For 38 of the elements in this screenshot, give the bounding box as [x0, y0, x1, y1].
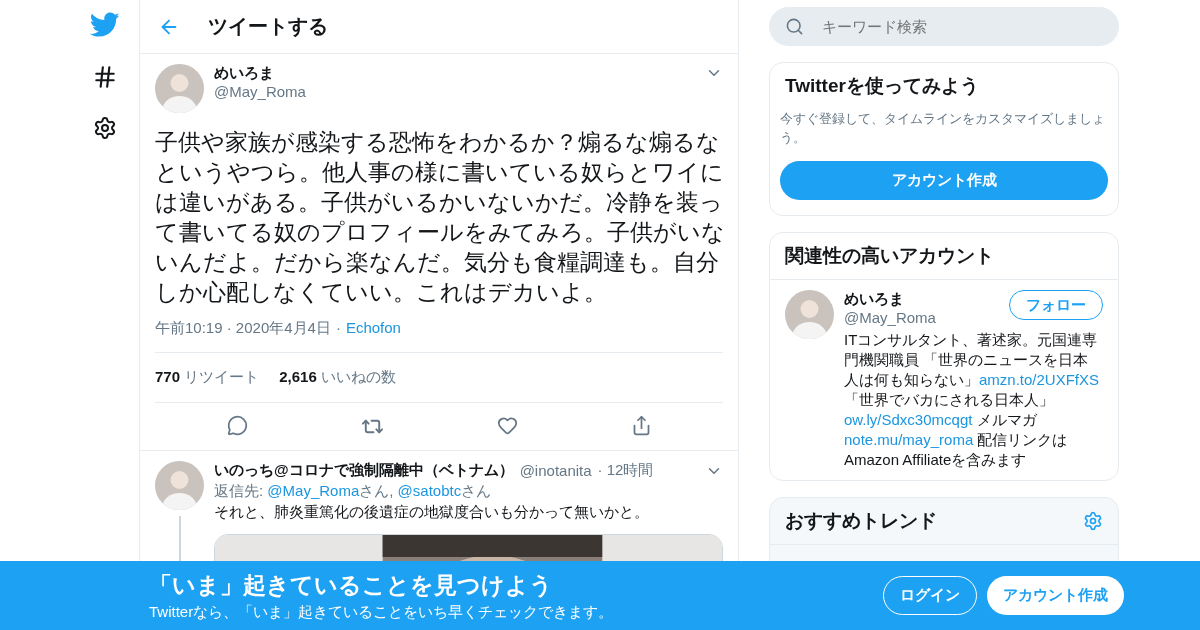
profile-link[interactable]: ow.ly/Sdxc30mcqgt — [844, 411, 973, 428]
signup-description: 今すぐ登録して、タイムラインをカスタマイズしましょう。 — [779, 110, 1106, 147]
search-field[interactable]: キーワード検索 — [820, 17, 1103, 36]
separator: · — [335, 319, 341, 338]
user-handle: @May_Roma — [844, 309, 937, 326]
bird-logo-icon[interactable] — [89, 12, 120, 38]
tweet-timestamp[interactable]: 午前10:19 · 2020年4月4日 — [155, 319, 331, 338]
retweet-count[interactable]: 770 リツイート — [155, 368, 260, 387]
banner-title: 「いま」起きていることを見つけよう — [149, 570, 554, 600]
like-count[interactable]: 2,616 いいねの数 — [279, 368, 396, 387]
source-link[interactable]: Echofon — [345, 319, 401, 338]
settings-icon[interactable] — [92, 116, 117, 140]
user-handle: @May_Roma — [214, 83, 307, 100]
user-name[interactable]: めいろま — [844, 290, 999, 309]
like-icon[interactable] — [496, 415, 518, 436]
card-title: おすすめトレンド — [785, 509, 937, 533]
profile-link[interactable]: amzn.to/2UXFfXS — [979, 371, 1100, 388]
reply-text: それと、肺炎重篤化の後遺症の地獄度合いも分かって無いかと。 — [214, 503, 650, 522]
signup-button[interactable]: アカウント作成 — [987, 576, 1124, 615]
user-name[interactable]: めいろま — [214, 64, 695, 83]
reply-icon[interactable] — [226, 415, 248, 436]
search-box[interactable]: キーワード検索 — [769, 7, 1119, 46]
search-icon — [785, 17, 804, 36]
user-handle: @inotanita — [519, 462, 592, 479]
page-title: ツイートする — [208, 14, 328, 39]
tweet-age: · 12時間 — [597, 461, 655, 480]
create-account-button[interactable]: アカウント作成 — [780, 161, 1108, 200]
profile-link[interactable]: @May_Roma — [267, 482, 360, 499]
user-name[interactable]: いのっち@コロナで強制隔離中（ベトナム） — [214, 461, 514, 480]
tweet-text: 子供や家族が感染する恐怖をわかるか？煽るな煽るなというやつら。他人事の様に書いている奴らとワイには違いがある。子供がいるかいないかだ。冷静を装って書いてる奴のプロフィールをみてみろ。子供がいないんだよ。だから楽なんだ。気分も食糧調達も。自分しか心配しなくていい。これはデカいよ。 — [155, 128, 725, 307]
profile-link[interactable]: note.mu/may_roma — [844, 431, 974, 448]
card-title: Twitterを使ってみよう — [785, 74, 979, 98]
follow-button[interactable]: フォロー — [1009, 290, 1103, 320]
reply-to-text: 返信先: @May_Romaさん, @satobtcさん — [214, 482, 493, 501]
card-title: 関連性の高いアカウント — [785, 244, 994, 268]
profile-link[interactable]: @satobtc — [397, 482, 462, 499]
profile-bio: ITコンサルタント、著述家。元国連専門機関職員 「世界のニュースを日本人は何も知らない」amzn.to/2UXFfXS 「世界でバカにされる日本人」 ow.ly/Sdxc30mcqgt メルマガ note.mu/may_roma 配信リンクは Amazon Affiliateを含みます — [844, 330, 1101, 470]
banner-subtitle: Twitterなら、「いま」起きていることをいち早くチェックできます。 — [149, 602, 614, 622]
